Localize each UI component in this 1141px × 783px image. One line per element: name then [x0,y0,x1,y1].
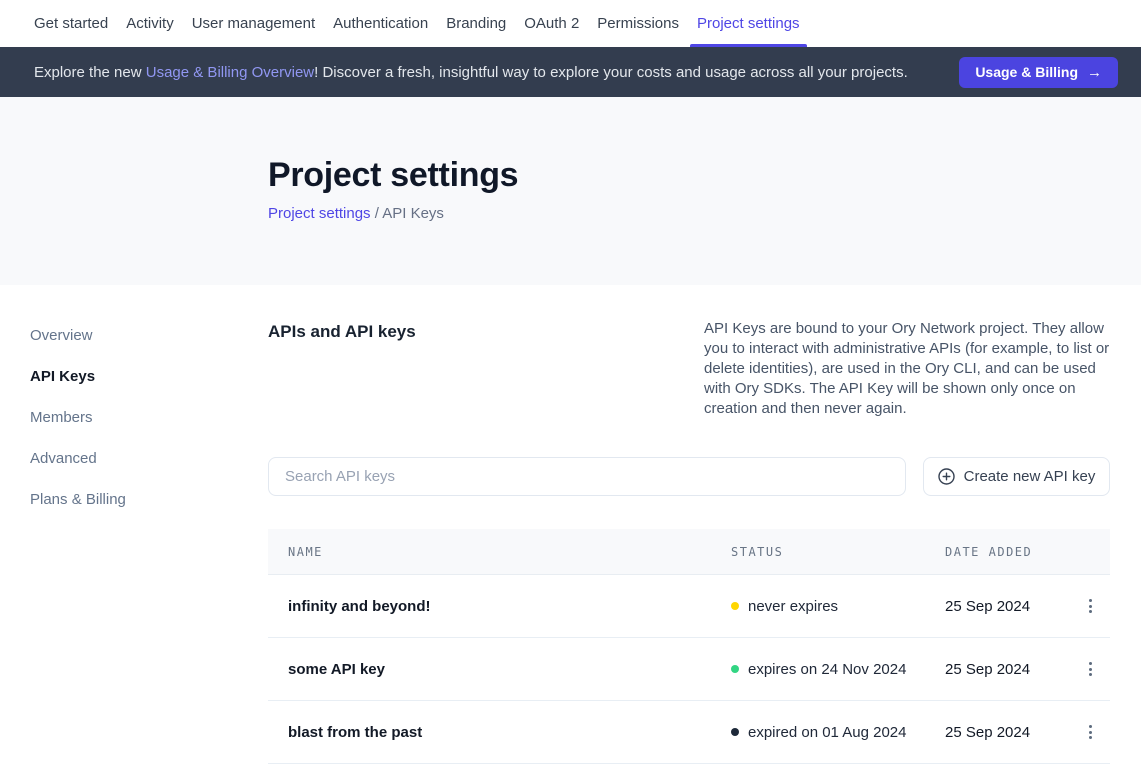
nav-item-get-started[interactable]: Get started [34,0,117,47]
table-row: infinity and beyond! never expires 25 Se… [268,575,1110,638]
table-controls: Create new API key [268,457,1110,496]
nav-item-oauth2[interactable]: OAuth 2 [515,0,588,47]
row-actions-menu-icon[interactable] [1076,655,1104,683]
row-actions-menu-icon[interactable] [1076,718,1104,746]
column-header-name: NAME [288,545,731,559]
status-dot-icon [731,728,739,736]
table-row: blast from the past expired on 01 Aug 20… [268,701,1110,764]
usage-billing-button[interactable]: Usage & Billing → [959,57,1118,88]
api-key-status: expired on 01 Aug 2024 [731,724,945,741]
status-label: expires on 24 Nov 2024 [748,661,906,678]
api-keys-table: NAME STATUS DATE ADDED infinity and beyo… [268,529,1110,764]
content: Overview API Keys Members Advanced Plans… [0,285,1141,764]
row-actions-menu-icon[interactable] [1076,592,1104,620]
settings-sidebar: Overview API Keys Members Advanced Plans… [0,285,268,764]
table-header-row: NAME STATUS DATE ADDED [268,529,1110,575]
arrow-right-icon: → [1087,64,1102,81]
api-key-name: blast from the past [288,724,731,741]
plus-circle-icon [938,468,955,485]
column-header-status: STATUS [731,545,945,559]
section-title: APIs and API keys [268,319,416,419]
nav-item-authentication[interactable]: Authentication [324,0,437,47]
sidebar-item-advanced[interactable]: Advanced [30,442,268,475]
api-keys-section: APIs and API keys API Keys are bound to … [268,285,1110,764]
top-navigation: Get started Activity User management Aut… [0,0,1141,47]
breadcrumb-current: API Keys [382,205,444,222]
api-key-date-added: 25 Sep 2024 [945,661,1070,678]
sidebar-item-plans-billing[interactable]: Plans & Billing [30,483,268,516]
nav-item-branding[interactable]: Branding [437,0,515,47]
status-label: never expires [748,598,838,615]
section-intro: APIs and API keys API Keys are bound to … [268,319,1110,419]
create-api-key-button[interactable]: Create new API key [923,457,1110,496]
sidebar-item-members[interactable]: Members [30,401,268,434]
column-header-date-added: DATE ADDED [945,545,1070,559]
table-row: some API key expires on 24 Nov 2024 25 S… [268,638,1110,701]
breadcrumb-separator: / [371,205,383,222]
banner-text-before: Explore the new [34,64,146,81]
section-description: API Keys are bound to your Ory Network p… [704,319,1110,419]
status-dot-icon [731,602,739,610]
nav-item-permissions[interactable]: Permissions [588,0,688,47]
api-key-name: infinity and beyond! [288,598,731,615]
nav-item-user-management[interactable]: User management [183,0,324,47]
api-key-date-added: 25 Sep 2024 [945,598,1070,615]
banner-text-after: ! Discover a fresh, insightful way to ex… [314,64,908,81]
nav-item-project-settings[interactable]: Project settings [688,0,809,47]
page-header: Project settings Project settings / API … [0,97,1141,285]
usage-billing-overview-link[interactable]: Usage & Billing Overview [146,64,314,81]
status-dot-icon [731,665,739,673]
sidebar-item-overview[interactable]: Overview [30,319,268,352]
banner-message: Explore the new Usage & Billing Overview… [34,64,959,81]
usage-billing-button-label: Usage & Billing [975,64,1078,80]
api-key-name: some API key [288,661,731,678]
breadcrumb-project-settings-link[interactable]: Project settings [268,205,371,222]
sidebar-item-api-keys[interactable]: API Keys [30,360,268,393]
page-title: Project settings [268,156,1141,195]
api-key-status: never expires [731,598,945,615]
create-api-key-label: Create new API key [964,468,1096,485]
status-label: expired on 01 Aug 2024 [748,724,906,741]
page: Get started Activity User management Aut… [0,0,1141,783]
api-key-status: expires on 24 Nov 2024 [731,661,945,678]
nav-item-activity[interactable]: Activity [117,0,183,47]
breadcrumb: Project settings / API Keys [268,205,1141,222]
announcement-banner: Explore the new Usage & Billing Overview… [0,47,1141,97]
search-input[interactable] [268,457,906,496]
api-key-date-added: 25 Sep 2024 [945,724,1070,741]
